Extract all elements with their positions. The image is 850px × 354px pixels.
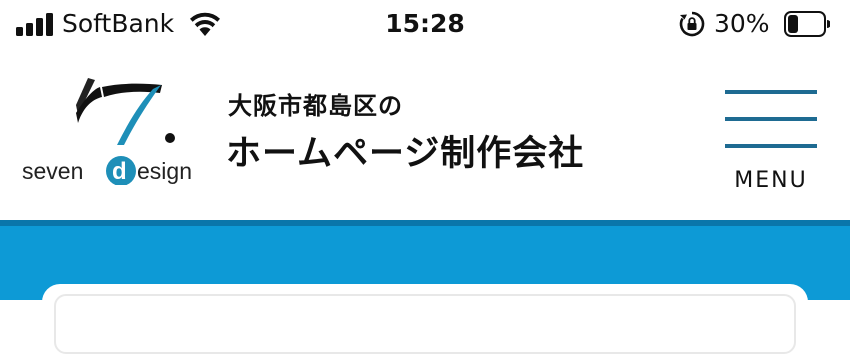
menu-button[interactable]: MENU (722, 88, 820, 200)
status-bar: SoftBank 15:28 30% (0, 0, 850, 50)
hamburger-line-middle (725, 117, 817, 121)
logo-text-d: d (112, 158, 127, 185)
battery-icon (784, 11, 830, 37)
hamburger-line-bottom (725, 144, 817, 148)
site-logo[interactable]: seven d esign (20, 75, 210, 185)
site-name[interactable]: ホームページ制作会社 (226, 132, 584, 176)
site-header: seven d esign 大阪市都島区の ホームページ制作会社 MENU (0, 50, 850, 220)
header-tagline: 大阪市都島区の (228, 92, 403, 120)
menu-label: MENU (734, 168, 808, 193)
logo-text-esign: esign (137, 158, 192, 184)
hamburger-line-top (725, 90, 817, 94)
hero-card (42, 284, 808, 354)
battery-percent: 30% (714, 9, 770, 38)
logo-text-seven: seven (22, 158, 83, 184)
hero-card-inner (54, 294, 796, 354)
rotation-lock-icon (679, 11, 705, 37)
